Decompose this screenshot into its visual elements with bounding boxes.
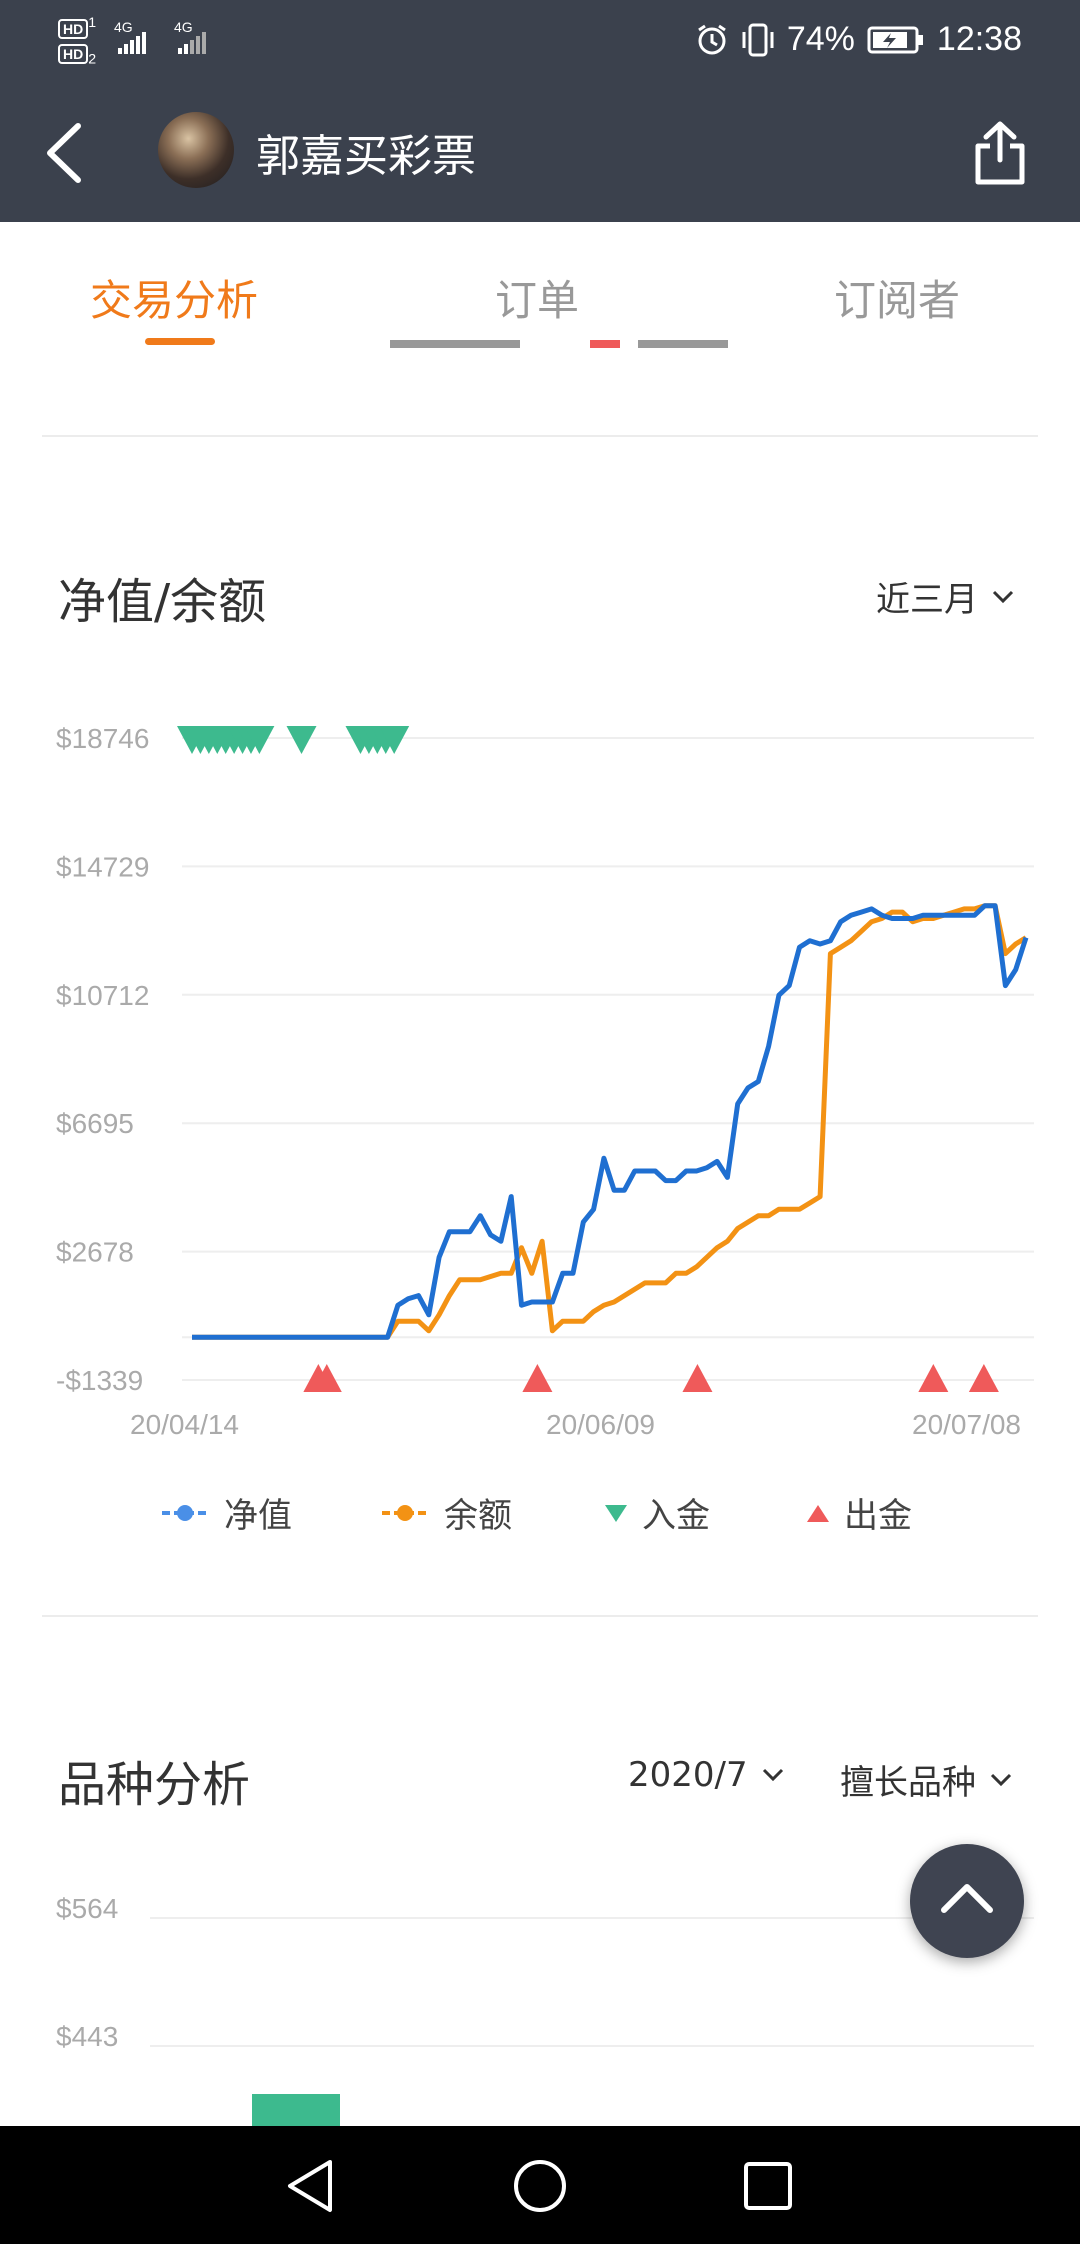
hd2-badge: HD [58,43,89,64]
series-line-net-value[interactable] [192,903,1029,1340]
clock-time: 12:38 [936,20,1022,58]
network-label-2: 4G [174,19,193,35]
y-tick-label: $443 [56,2021,118,2052]
page-title: 郭嘉买彩票 [256,131,476,182]
chart-legend: 净值 余额 入金 出金 [0,1488,1080,1538]
net-value-title: 净值/余额 [58,574,267,630]
network-label: 4G [114,19,133,35]
x-tick-label: 20/07/08 [912,1409,1021,1440]
deposit-marker[interactable] [286,726,317,754]
share-icon[interactable] [972,120,1028,186]
withdraw-marker[interactable] [968,1364,999,1392]
tab-orders[interactable]: 订单 [495,267,579,328]
legend-item-withdraw[interactable]: 出金 [806,1488,912,1537]
system-nav-bar [0,2126,1080,2244]
y-tick-label: $10712 [56,980,149,1011]
scroll-to-top-button[interactable] [910,1844,1024,1958]
legend-label: 出金 [844,1496,912,1536]
divider [42,435,1038,437]
y-tick-label: $564 [56,1893,118,1924]
legend-label: 净值 [224,1496,292,1536]
y-tick-label: $18746 [56,723,149,754]
legend-label: 入金 [642,1496,710,1536]
avatar[interactable] [158,112,234,188]
triangle-down-icon [605,1504,627,1522]
x-tick-label: 20/06/09 [546,1409,655,1440]
alarm-icon [698,24,726,54]
legend-line-dot-icon [162,1504,208,1521]
tab-subscribers[interactable]: 订阅者 [834,267,960,328]
status-right: 74% 12:38 [695,20,1022,59]
battery-icon [867,26,923,53]
chevron-down-icon [992,590,1014,603]
variety-title: 品种分析 [58,1757,251,1813]
divider [42,1615,1038,1617]
month-dropdown[interactable]: 2020/7 [628,1755,784,1795]
net-value-chart: $18746 $14729 $10712 $6695 $2678 -$1339 20/04/… [56,723,1034,1440]
type-dropdown[interactable]: 擅长品种 [840,1755,1012,1804]
back-arrow-icon[interactable] [40,118,90,188]
type-dropdown-label: 擅长品种 [840,1763,976,1803]
y-tick-label: $2678 [56,1237,134,1268]
withdraw-marker[interactable] [522,1364,553,1392]
tab-trade-analysis[interactable]: 交易分析 [90,267,258,328]
active-tab-indicator [145,338,215,345]
withdraw-marker[interactable] [682,1364,713,1392]
hd2-sub: 2 [88,51,97,68]
scrolled-legend-remnant [390,340,728,348]
legend-item-deposit[interactable]: 入金 [604,1488,710,1537]
nav-recents-icon[interactable] [738,2156,798,2216]
hd1-badge: HD [58,18,89,39]
variety-bar[interactable] [252,2094,340,2126]
top-app-bar: HD 1 HD 2 4G 4G 74% 12:38 郭嘉买彩票 [0,0,1080,222]
signal-icon: 4G 4G [114,19,206,54]
chevron-up-icon [941,1884,993,1913]
series-line-balance[interactable] [192,903,1028,1340]
triangle-up-icon [807,1504,829,1522]
range-dropdown[interactable]: 近三月 [876,572,1014,621]
x-tick-label: 20/04/14 [130,1409,239,1440]
y-tick-label: -$1339 [56,1365,143,1396]
legend-item-balance[interactable]: 余额 [380,1488,512,1537]
hd1-sub: 1 [88,15,97,31]
withdraw-marker[interactable] [918,1364,949,1392]
legend-label: 余额 [444,1496,512,1536]
chevron-down-icon [762,1768,783,1782]
battery-percent: 74% [786,20,855,58]
range-dropdown-label: 近三月 [876,580,978,620]
nav-back-icon[interactable] [282,2156,342,2216]
chevron-down-icon [990,1773,1012,1786]
y-tick-label: $6695 [56,1108,134,1139]
status-left: HD 1 HD 2 [58,12,96,70]
vibrate-icon [742,23,774,56]
tab-bar: 交易分析 订单 订阅者 [0,222,1080,352]
legend-line-dot-icon [382,1504,428,1521]
nav-home-icon[interactable] [510,2156,570,2216]
month-dropdown-label: 2020/7 [628,1755,748,1795]
y-tick-label: $14729 [56,851,149,882]
legend-item-net-value[interactable]: 净值 [160,1488,292,1537]
